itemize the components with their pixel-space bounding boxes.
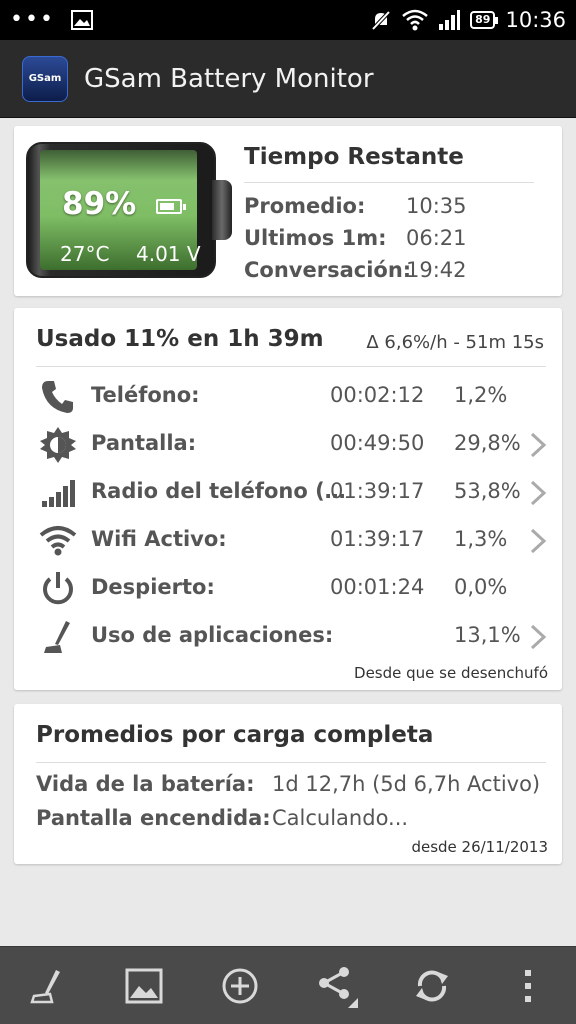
remaining-time-title: Tiempo Restante — [244, 144, 464, 170]
chevron-right-icon[interactable] — [526, 479, 550, 507]
refresh-icon — [416, 970, 448, 1001]
chevron-right-icon[interactable] — [526, 431, 550, 459]
usage-row-wifi[interactable]: Wifi Activo: 01:39:17 1,3% — [14, 517, 562, 565]
share-button[interactable] — [308, 958, 364, 1014]
usage-card: Usado 11% en 1h 39m Δ 6,6%/h - 51m 15s T… — [14, 308, 562, 690]
app-usage-icon — [44, 621, 70, 653]
usage-percent: 13,1% — [454, 623, 521, 647]
clock: 10:36 — [505, 8, 566, 32]
row-value: 10:35 — [406, 194, 467, 218]
usage-label: Uso de aplicaciones: — [91, 623, 334, 647]
chevron-right-icon[interactable] — [526, 623, 550, 651]
usage-label: Radio del teléfono (… — [91, 479, 346, 503]
usage-row-screen[interactable]: Pantalla: 00:49:50 29,8% — [14, 421, 562, 469]
status-bar: ••• 89 10:36 — [0, 0, 576, 40]
share-icon — [319, 966, 358, 1008]
app-logo-icon[interactable]: GSam — [22, 55, 68, 102]
overflow-menu-icon — [525, 969, 531, 1002]
usage-label: Teléfono: — [91, 383, 200, 407]
row-label: Conversación: — [244, 258, 412, 282]
usage-time: 01:39:17 — [330, 527, 425, 551]
divider — [36, 762, 546, 763]
remaining-row-average: Promedio: 10:35 — [244, 194, 467, 218]
usage-time: 00:01:24 — [330, 575, 425, 599]
signal-icon — [439, 10, 461, 30]
averages-title: Promedios por carga completa — [36, 722, 434, 748]
usage-percent: 1,2% — [454, 383, 508, 407]
remaining-row-last-1m: Ultimos 1m: 06:21 — [244, 226, 467, 250]
muted-notifications-icon — [371, 10, 391, 31]
usage-percent: 1,3% — [454, 527, 508, 551]
row-value: 19:42 — [406, 258, 467, 282]
app-title: GSam Battery Monitor — [84, 63, 374, 94]
chevron-right-icon[interactable] — [526, 527, 550, 555]
image-button[interactable] — [116, 958, 172, 1014]
remaining-time-card[interactable]: 89% 27°C 4.01 V Tiempo Restante Promedio… — [14, 126, 562, 296]
row-label: Promedio: — [244, 194, 366, 218]
add-icon — [222, 968, 258, 1003]
add-button[interactable] — [212, 958, 268, 1014]
battery-voltage: 4.01 V — [136, 242, 201, 266]
divider — [36, 366, 546, 367]
battery-temperature: 27°C — [60, 242, 110, 266]
battery-terminal — [212, 180, 232, 240]
usage-row-awake[interactable]: Despierto: 00:01:24 0,0% — [14, 565, 562, 613]
row-value: 06:21 — [406, 226, 467, 250]
row-value: Calculando... — [272, 806, 409, 830]
usage-time: 00:02:12 — [330, 383, 425, 407]
divider — [244, 182, 534, 183]
power-icon — [43, 572, 73, 605]
usage-title: Usado 11% en 1h 39m — [36, 326, 324, 352]
cell-signal-icon — [42, 480, 75, 507]
averages-row-screen-on: Pantalla encendida:Calculando... — [36, 806, 408, 830]
battery-mini-icon — [156, 199, 186, 214]
row-label: Pantalla encendida: — [36, 806, 271, 830]
wifi-icon — [39, 526, 77, 556]
remaining-row-talk: Conversación:19:42 — [244, 258, 467, 282]
row-label: Ultimos 1m: — [244, 226, 387, 250]
usage-rate: Δ 6,6%/h - 51m 15s — [366, 332, 544, 353]
refresh-button[interactable] — [404, 958, 460, 1014]
averages-card: Promedios por carga completa Vida de la … — [14, 704, 562, 864]
usage-time: 01:39:17 — [330, 479, 425, 503]
usage-time: 00:49:50 — [330, 431, 425, 455]
battery-icon: 89 — [470, 11, 499, 29]
usage-label: Wifi Activo: — [91, 527, 227, 551]
image-icon — [125, 968, 163, 1003]
action-bar: GSam GSam Battery Monitor — [0, 40, 576, 118]
app-usage-button[interactable] — [20, 958, 76, 1014]
row-label: Vida de la batería: — [36, 772, 255, 796]
wifi-icon — [402, 9, 428, 31]
usage-row-apps[interactable]: Uso de aplicaciones: 13,1% — [14, 613, 562, 661]
image-notification-icon — [70, 10, 93, 30]
usage-percent: 0,0% — [454, 575, 508, 599]
app-usage-icon — [30, 969, 60, 1003]
overflow-menu-button[interactable] — [500, 958, 556, 1014]
battery-percent: 89% — [62, 186, 137, 222]
bottom-toolbar — [0, 946, 576, 1024]
since-date-label: desde 26/11/2013 — [411, 838, 548, 856]
since-unplugged-label: Desde que se desenchufó — [354, 664, 548, 682]
usage-percent: 29,8% — [454, 431, 521, 455]
more-dots-icon: ••• — [10, 7, 55, 32]
averages-row-battery-life: Vida de la batería: 1d 12,7h (5d 6,7h Act… — [36, 772, 540, 796]
battery-graphic: 89% 27°C 4.01 V — [26, 142, 232, 278]
usage-row-phone[interactable]: Teléfono: 00:02:12 1,2% — [14, 373, 562, 421]
row-value: 1d 12,7h (5d 6,7h Activo) — [272, 772, 541, 796]
usage-row-radio[interactable]: Radio del teléfono (… 01:39:17 53,8% — [14, 469, 562, 517]
usage-label: Pantalla: — [91, 431, 197, 455]
usage-percent: 53,8% — [454, 479, 521, 503]
usage-label: Despierto: — [91, 575, 215, 599]
screen-brightness-icon — [40, 427, 76, 463]
phone-icon — [42, 381, 73, 413]
